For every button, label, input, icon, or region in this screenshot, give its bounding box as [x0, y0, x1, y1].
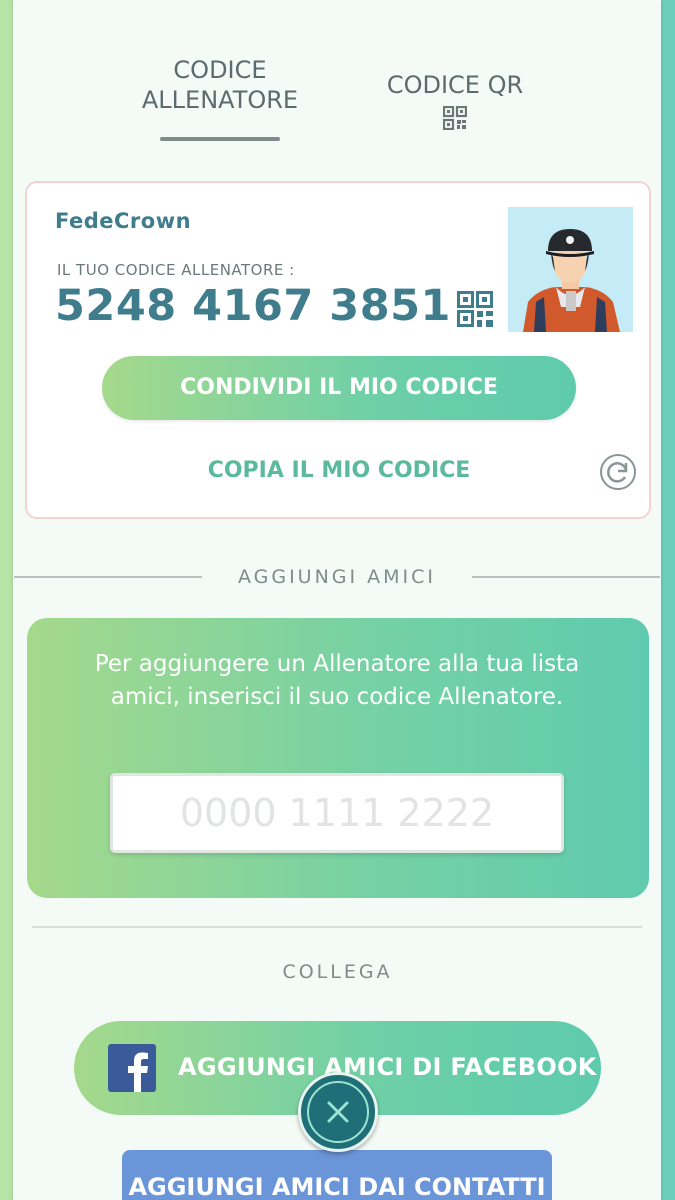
friends-panel — [13, 0, 661, 1200]
trainer-code-card: FedeCrown IL TUO CODICE ALLENATORE : 524… — [25, 181, 651, 519]
facebook-icon — [108, 1044, 156, 1092]
close-button[interactable] — [298, 1072, 378, 1152]
tab-trainer-code[interactable]: CODICE ALLENATORE — [130, 55, 310, 115]
trainer-code-label: IL TUO CODICE ALLENATORE : — [57, 261, 295, 279]
add-friends-title: AGGIUNGI AMICI — [237, 566, 437, 588]
facebook-button-label: AGGIUNGI AMICI DI FACEBOOK — [178, 1053, 597, 1081]
copy-code-button[interactable]: COPIA IL MIO CODICE — [147, 458, 531, 483]
add-friend-instructions: Per aggiungere un Allenatore alla tua li… — [94, 651, 580, 710]
refresh-icon[interactable] — [599, 453, 637, 491]
trainer-name: FedeCrown — [55, 209, 192, 233]
share-code-button[interactable]: CONDIVIDI IL MIO CODICE — [102, 356, 576, 420]
trainer-code-value: 5248 4167 3851 — [55, 281, 451, 331]
connect-divider — [32, 926, 642, 928]
trainer-code-input[interactable] — [110, 773, 564, 853]
close-icon — [327, 1101, 349, 1123]
add-friend-box: Per aggiungere un Allenatore alla tua li… — [27, 618, 649, 898]
section-divider-right — [472, 576, 660, 578]
qr-code-icon[interactable] — [443, 106, 467, 130]
add-contacts-friends-button[interactable]: AGGIUNGI AMICI DAI CONTATTI — [122, 1150, 552, 1200]
connect-title: COLLEGA — [282, 961, 393, 983]
tab-trainer-code-label-line2: ALLENATORE — [141, 86, 299, 114]
section-divider-left — [14, 576, 202, 578]
qr-code-icon[interactable] — [457, 291, 493, 327]
active-tab-indicator — [160, 137, 280, 141]
tab-qr-code[interactable]: CODICE QR — [370, 70, 540, 100]
trainer-avatar — [508, 207, 633, 332]
tab-qr-code-label: CODICE QR — [386, 71, 524, 99]
tab-trainer-code-label-line1: CODICE — [173, 56, 267, 84]
